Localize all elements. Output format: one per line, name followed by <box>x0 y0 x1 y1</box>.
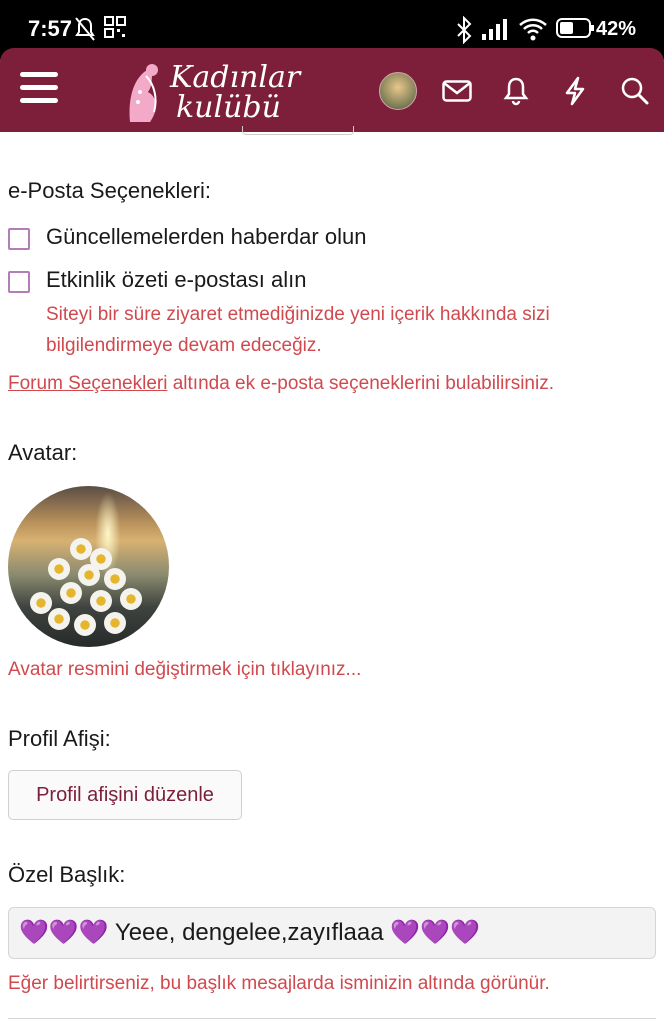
custom-title-input[interactable]: 💜💜💜 Yeee, dengelee,zayıflaaa 💜💜💜 <box>8 907 656 959</box>
battery-percent: 42% <box>595 18 636 40</box>
avatar-change-hint[interactable]: Avatar resmini değiştirmek için tıklayın… <box>8 654 361 685</box>
checkbox-updates[interactable] <box>8 228 30 250</box>
search-icon[interactable] <box>620 76 650 106</box>
battery-icon <box>556 18 594 38</box>
forum-options-hint: Forum Seçenekleri altında ek e-posta seç… <box>8 368 658 399</box>
mute-bell-icon <box>75 17 95 41</box>
mail-icon[interactable] <box>442 80 472 102</box>
hearts-right: 💜💜💜 <box>390 919 480 946</box>
edit-profile-banner-button[interactable]: Profil afişini düzenle <box>8 770 242 820</box>
checkbox-digest-label[interactable]: Etkinlik özeti e-postası alın <box>46 267 306 293</box>
lightning-icon[interactable] <box>563 76 587 106</box>
avatar-title: Avatar: <box>8 440 78 465</box>
custom-title-label: Özel Başlık: <box>8 862 126 887</box>
logo-figure-icon <box>129 64 158 122</box>
bluetooth-icon <box>457 16 472 44</box>
checkbox-updates-label[interactable]: Güncellemelerden haberdar olun <box>46 224 366 250</box>
forum-options-hint-text: altında ek e-posta seçeneklerini bulabil… <box>167 373 554 394</box>
tab-remnant <box>242 126 354 135</box>
menu-icon[interactable] <box>20 72 58 108</box>
section-divider <box>8 1018 656 1019</box>
profile-banner-title: Profil Afişi: <box>8 726 111 751</box>
checkbox-digest[interactable] <box>8 271 30 293</box>
wifi-icon <box>519 18 547 41</box>
avatar-image[interactable] <box>8 486 169 647</box>
signal-icon <box>482 19 507 40</box>
site-logo[interactable]: Kadınlar kulübü <box>120 56 300 126</box>
account-preferences-form: e-Posta Seçenekleri: Güncellemelerden ha… <box>0 126 664 1024</box>
forum-options-link[interactable]: Forum Seçenekleri <box>8 373 167 394</box>
custom-title-value[interactable]: 💜💜💜 Yeee, dengelee,zayıflaaa 💜💜💜 <box>19 918 480 947</box>
logo-text-line2: kulübü <box>176 90 281 125</box>
status-time: 7:57 <box>28 16 73 41</box>
custom-title-text: Yeee, dengelee,zayıflaaa <box>108 919 391 946</box>
email-options-title: e-Posta Seçenekleri: <box>8 178 211 203</box>
bell-icon[interactable] <box>503 76 529 106</box>
digest-hint: Siteyi bir süre ziyaret etmediğinizde ye… <box>46 304 550 356</box>
grid-icon <box>104 16 126 38</box>
hearts-left: 💜💜💜 <box>19 919 109 946</box>
user-avatar-small[interactable] <box>379 72 417 110</box>
app-header: Kadınlar kulübü <box>0 48 664 132</box>
custom-title-hint: Eğer belirtirseniz, bu başlık mesajlarda… <box>8 973 550 994</box>
